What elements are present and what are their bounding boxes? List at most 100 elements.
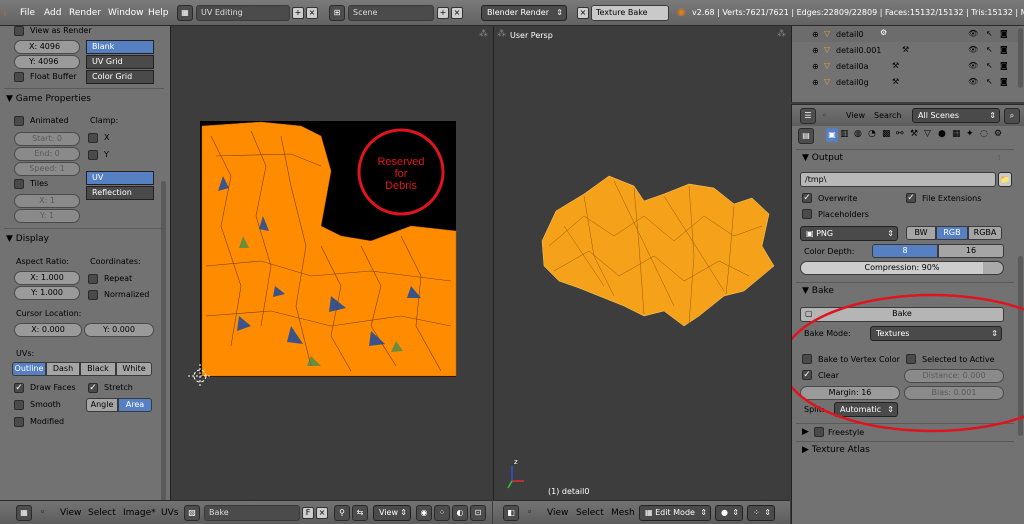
physics-tab-icon[interactable]: ◌ [980,129,988,139]
outliner-search-menu[interactable]: Search [874,111,901,120]
select-cursor-icon[interactable]: ↖ [986,61,993,70]
visibility-eye-icon[interactable]: 👁 [968,29,978,38]
aspect-y-field[interactable]: Y: 1.000 [14,286,80,300]
animated-checkbox[interactable] [14,116,24,126]
material-tab-icon[interactable]: ● [938,129,946,139]
bake-button[interactable]: ▢ Bake [800,307,1004,322]
viewport-select-menu[interactable]: Select [576,508,604,518]
freestyle-header[interactable]: ▶ [802,427,809,437]
color-mode-rgba[interactable]: RGBA [968,226,1002,240]
particles-tab-icon[interactable]: ✦ [966,129,974,139]
cancel-job-button[interactable]: × [577,7,589,19]
image-y-size-field[interactable]: Y: 4096 [14,55,80,69]
properties-scrollbar[interactable] [1018,256,1023,436]
repeat-checkbox[interactable] [88,274,98,284]
pivot-dropdown[interactable]: ⁘ [747,505,775,521]
viewport-mesh-menu[interactable]: Mesh [611,508,635,518]
uv-image-menu[interactable]: Image* [123,508,156,518]
unlink-image-button[interactable]: × [316,507,328,519]
color-mode-bw[interactable]: BW [906,226,936,240]
gen-type-uv-grid[interactable]: UV Grid [86,55,154,69]
scene-tab-icon[interactable]: ◍ [854,129,862,139]
tile-y-field[interactable]: Y: 1 [14,209,80,223]
properties-editor-icon[interactable]: ▤ [798,128,814,144]
editor-type-icon[interactable]: ☰ [800,108,816,124]
selected-to-active-checkbox[interactable] [906,354,916,364]
outliner-item-label[interactable]: detail0.001 [836,46,881,55]
bake-header[interactable]: ▼ Bake [802,286,834,296]
gen-type-blank[interactable]: Blank [86,40,154,54]
distance-field[interactable]: Distance: 0.000 [904,369,1004,383]
scene-field[interactable]: Scene [348,5,434,21]
visibility-eye-icon[interactable]: 👁 [968,61,978,70]
outliner-scrollbar[interactable] [1018,28,1023,88]
uv-view-menu[interactable]: View [60,508,81,518]
scripts-tab-icon[interactable]: ⚙ [994,129,1002,139]
mapping-uv-coordinates[interactable]: UV Coordinates [86,171,154,194]
visibility-eye-icon[interactable]: 👁 [968,77,978,86]
color-depth-8[interactable]: 8 [872,244,938,258]
menu-window[interactable]: Window [108,8,144,18]
uv-select-menu[interactable]: Select [88,508,116,518]
world-tab-icon[interactable]: ◔ [868,129,876,139]
area-split-corner-icon[interactable]: ⁂ [479,29,488,39]
fake-user-button[interactable]: F [302,507,314,519]
gen-type-color-grid[interactable]: Color Grid [86,70,154,84]
outliner-row[interactable]: ⊕ ▽ detail0a ⚒ 👁 ↖ ◙ [792,58,1018,74]
menu-render[interactable]: Render [69,8,101,18]
sticky-select-icon[interactable]: ⁘ [434,505,450,521]
output-header[interactable]: ▼ Output [802,153,843,163]
anim-end-field[interactable]: End: 0 [14,147,80,161]
texture-atlas-header[interactable]: ▶ Texture Atlas [802,445,870,455]
menu-help[interactable]: Help [148,8,169,18]
uv-draw-black[interactable]: Black [80,362,116,376]
cursor-x-field[interactable]: X: 0.000 [14,323,82,337]
search-icon[interactable]: ⌕ [1004,108,1020,124]
viewport-view-menu[interactable]: View [547,508,568,518]
tile-x-field[interactable]: X: 1 [14,194,80,208]
normalized-checkbox[interactable] [88,290,98,300]
stretch-checkbox[interactable]: ✓ [88,383,98,393]
stretch-area[interactable]: Area [118,398,152,412]
texture-tab-icon[interactable]: ▦ [952,129,961,139]
outliner-item-label[interactable]: detail0 [836,30,864,39]
screen-layout-icon[interactable]: ▦ [177,5,193,21]
outliner-row[interactable]: ⊕ ▽ detail0.001 ⚒ 👁 ↖ ◙ [792,42,1018,58]
anim-start-field[interactable]: Start: 0 [14,132,80,146]
split-dropdown[interactable]: Automatic [834,402,898,417]
editor-type-icon[interactable]: ▦ [16,505,32,521]
image-x-size-field[interactable]: X: 4096 [14,40,80,54]
data-tab-icon[interactable]: ▽ [924,129,931,139]
image-browse-icon[interactable]: ▧ [184,505,200,521]
uv-editor-canvas[interactable]: Reserved for Debris ⁂ [170,26,492,500]
compression-slider[interactable]: Compression: 90% [800,261,1004,275]
screen-layout-field[interactable]: UV Editing [196,5,290,21]
header-toggle-icon[interactable]: ◦ [40,508,45,518]
select-cursor-icon[interactable]: ↖ [986,45,993,54]
add-scene-button[interactable]: + [437,7,449,19]
viewport-shading-dropdown[interactable]: ● [715,505,743,521]
clamp-x-checkbox[interactable] [88,133,98,143]
smooth-checkbox[interactable] [14,400,24,410]
view-as-render-checkbox[interactable] [14,26,24,36]
panel-scrollbar[interactable] [161,181,166,501]
scene-icon[interactable]: ⊞ [329,5,345,21]
bias-field[interactable]: Bias: 0.001 [904,386,1004,400]
header-toggle-icon[interactable]: ◦ [527,508,532,518]
stretch-angle[interactable]: Angle [86,398,118,412]
outliner-item-label[interactable]: detail0a [836,62,868,71]
modifiers-tab-icon[interactable]: ⚒ [910,129,918,139]
constraints-tab-icon[interactable]: ⚯ [896,129,904,139]
header-toggle-icon[interactable]: ◦ [822,111,827,120]
select-cursor-icon[interactable]: ↖ [986,29,993,38]
overwrite-checkbox[interactable]: ✓ [802,193,812,203]
anim-speed-field[interactable]: Speed: 1 [14,162,80,176]
file-browse-icon[interactable]: 📁 [998,172,1012,187]
bake-mode-dropdown[interactable]: Textures [870,326,1002,341]
uv-draw-dash[interactable]: Dash [46,362,80,376]
render-engine-dropdown[interactable]: Blender Render [481,5,567,21]
3d-viewport[interactable]: User Persp ⁂ ⁂ z (1) detail0 [493,26,790,500]
output-path-field[interactable]: /tmp\ [800,172,996,187]
freestyle-checkbox[interactable] [814,427,824,437]
uv-draw-white[interactable]: White [116,362,152,376]
